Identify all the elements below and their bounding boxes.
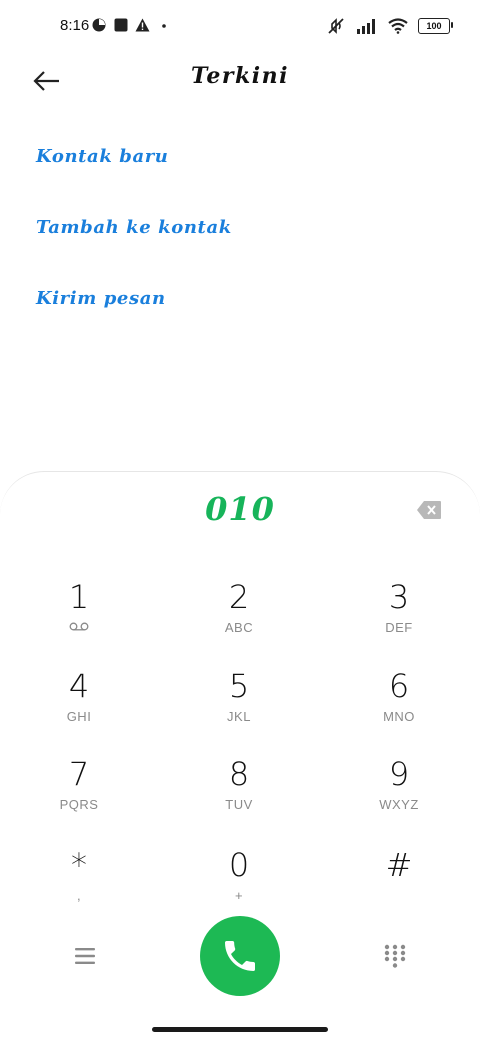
key-digit: 3 [388, 578, 410, 616]
hamburger-menu-icon [75, 948, 95, 964]
key-1[interactable]: 1 [19, 578, 139, 648]
status-time: 8:16 [60, 17, 90, 34]
key-letters: ABC [224, 620, 254, 635]
key-letters: + [234, 888, 244, 903]
key-letters: WXYZ [379, 797, 419, 812]
key-digit: 9 [388, 755, 410, 793]
new-contact-link[interactable]: Kontak baru [36, 146, 168, 167]
send-message-link[interactable]: Kirim pesan [36, 288, 166, 309]
key-8[interactable]: 8 TUV [179, 755, 299, 825]
status-bar: 8:16 100 [0, 0, 480, 56]
square-notification-icon [114, 18, 128, 32]
home-indicator[interactable] [152, 1027, 328, 1032]
mute-icon [328, 18, 344, 34]
dialpad-sheet: 010 1 2 ABC 3 DEF 4 GHI 5 JKL 6 MNO 7 PQ… [0, 471, 480, 1040]
warning-icon [135, 18, 150, 32]
key-7[interactable]: 7 PQRS [19, 755, 139, 825]
key-letters: PQRS [59, 797, 99, 812]
key-4[interactable]: 4 GHI [19, 667, 139, 737]
wifi-icon [388, 18, 408, 34]
menu-button[interactable] [72, 945, 98, 967]
data-saver-icon [92, 18, 106, 32]
key-digit: 0 [228, 846, 250, 884]
dialer-screen: 8:16 100 Terkini Kontak baru Tambah ke k… [0, 0, 480, 1040]
key-digit: 2 [228, 578, 250, 616]
dialed-number: 010 [205, 490, 275, 528]
key-digit: 6 [388, 667, 410, 705]
key-5[interactable]: 5 JKL [179, 667, 299, 737]
status-icons-right: 100 [326, 16, 453, 36]
key-digit: 5 [228, 667, 250, 705]
key-digit: 1 [68, 578, 90, 616]
key-letters: DEF [385, 620, 413, 635]
backspace-icon [417, 501, 441, 519]
call-button[interactable] [200, 916, 280, 996]
key-hash[interactable]: # [339, 846, 459, 916]
signal-icon [357, 19, 375, 34]
keypad-toggle-button[interactable] [383, 943, 407, 969]
key-9[interactable]: 9 WXYZ [339, 755, 459, 825]
dialpad-grid-icon [384, 944, 406, 968]
dot-icon [162, 24, 166, 28]
key-2[interactable]: 2 ABC [179, 578, 299, 648]
key-letters: MNO [383, 709, 415, 724]
backspace-button[interactable] [416, 500, 442, 520]
key-0[interactable]: 0 + [179, 846, 299, 916]
key-letters: GHI [66, 709, 92, 724]
key-digit: 8 [228, 755, 250, 793]
battery-icon: 100 [418, 18, 453, 34]
key-digit: 7 [68, 755, 90, 793]
page-title: Terkini [191, 63, 289, 89]
key-3[interactable]: 3 DEF [339, 578, 459, 648]
battery-level: 100 [426, 21, 442, 31]
key-6[interactable]: 6 MNO [339, 667, 459, 737]
add-to-contact-link[interactable]: Tambah ke kontak [36, 217, 232, 238]
key-digit: * [71, 846, 87, 884]
key-letters: TUV [225, 797, 253, 812]
key-letters: , [76, 888, 82, 903]
key-star[interactable]: * , [19, 846, 139, 916]
key-letters: JKL [227, 709, 251, 724]
key-digit: # [385, 846, 413, 884]
key-digit: 4 [68, 667, 90, 705]
phone-icon [225, 941, 255, 971]
voicemail-icon [69, 622, 89, 631]
